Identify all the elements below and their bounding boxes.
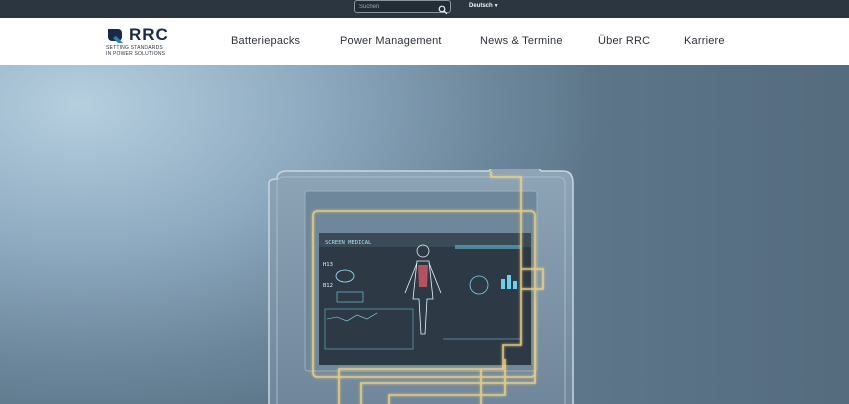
hero-banner: SCREEN MEDICAL H13 B12: [0, 65, 849, 404]
nav-item-power-management[interactable]: Power Management: [340, 35, 442, 47]
screen-title: SCREEN MEDICAL: [325, 240, 372, 246]
language-label: Deutsch: [469, 3, 493, 9]
medical-device-illustration: SCREEN MEDICAL H13 B12: [268, 169, 574, 404]
hero-shade: [549, 65, 849, 404]
nav-item-news-termine[interactable]: News & Termine: [480, 35, 563, 47]
language-selector[interactable]: Deutsch▼: [469, 2, 499, 11]
search-icon[interactable]: [438, 2, 448, 15]
nav-item-karriere[interactable]: Karriere: [684, 35, 725, 47]
chevron-down-icon: ▼: [493, 3, 499, 9]
nav-item-ueber-rrc[interactable]: Über RRC: [598, 35, 650, 47]
search-box[interactable]: [354, 0, 451, 15]
screen-readout-1: H13: [323, 262, 333, 268]
search-input[interactable]: [359, 1, 437, 12]
nav-item-batteriepacks[interactable]: Batteriepacks: [231, 35, 300, 47]
screen-readout-2: B12: [323, 283, 333, 289]
top-utility-bar: Deutsch▼: [0, 0, 849, 18]
main-nav: Batteriepacks Power Management News & Te…: [0, 18, 849, 65]
